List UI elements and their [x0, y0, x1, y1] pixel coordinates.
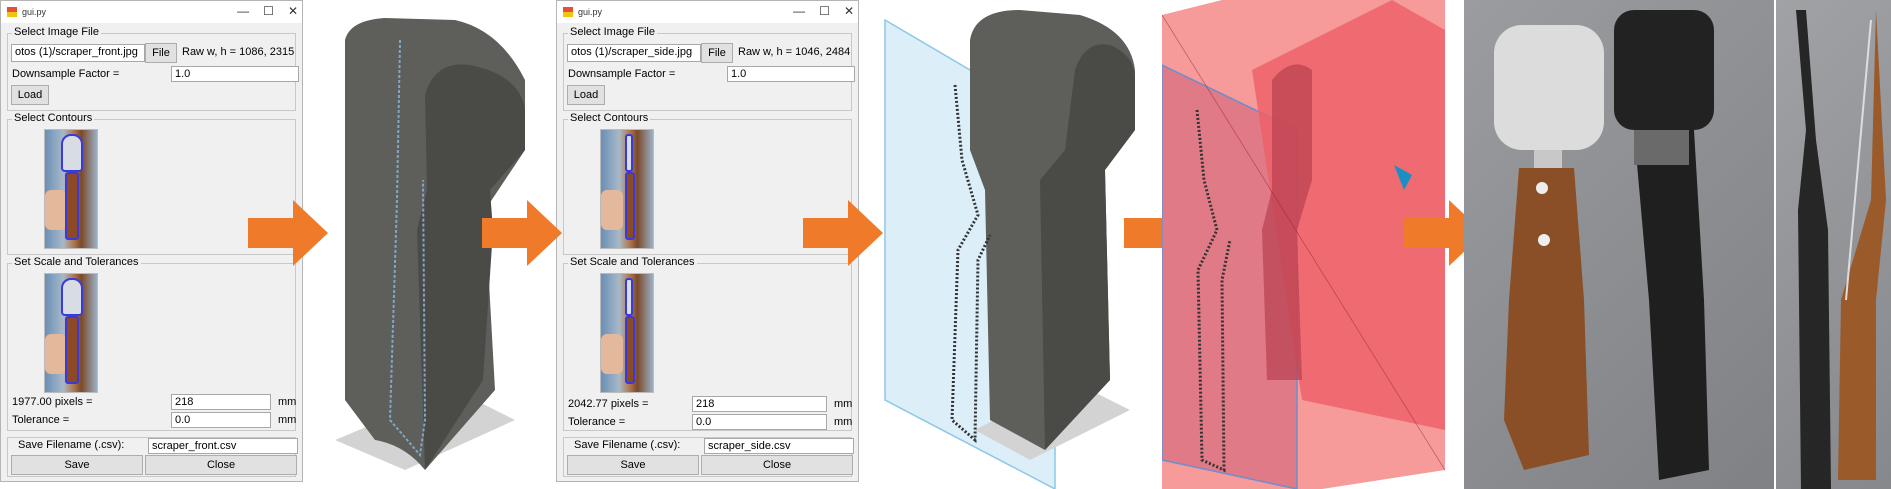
scale-thumbnail[interactable] — [600, 273, 654, 393]
wood-side — [1838, 10, 1886, 480]
downsample-label: Downsample Factor = — [568, 68, 676, 80]
minimize-icon[interactable]: — — [793, 4, 805, 18]
downsample-label: Downsample Factor = — [12, 68, 120, 80]
group-label: Set Scale and Tolerances — [568, 256, 697, 268]
raw-dims-text: Raw w, h = 1046, 2484 — [738, 46, 851, 58]
title-bar: gui.py — ☐ ✕ — [557, 1, 858, 23]
group-label: Select Contours — [568, 112, 651, 124]
close-icon[interactable]: ✕ — [288, 4, 298, 18]
raw-dims-text: Raw w, h = 1086, 2315 — [182, 46, 295, 58]
save-group: Save Filename (.csv): scraper_front.csv … — [7, 437, 298, 477]
maximize-icon[interactable]: ☐ — [263, 4, 274, 18]
pixels-label: 2042.77 pixels = — [568, 398, 649, 410]
save-filename-input[interactable]: scraper_side.csv — [704, 438, 854, 454]
tolerance-input[interactable]: 0.0 — [692, 414, 827, 430]
scale-thumbnail[interactable] — [44, 273, 98, 393]
tolerance-label: Tolerance = — [568, 416, 626, 428]
downsample-input[interactable]: 1.0 — [727, 66, 855, 82]
pixels-mm-input[interactable]: 218 — [171, 394, 271, 410]
load-button[interactable]: Load — [567, 85, 605, 105]
minimize-icon[interactable]: — — [237, 4, 249, 18]
window-title: gui.py — [22, 7, 47, 17]
save-button[interactable]: Save — [11, 455, 143, 475]
printed-handle — [1634, 130, 1709, 480]
tolerance-unit: mm — [834, 416, 853, 428]
arrow-right-icon — [248, 200, 328, 266]
save-group: Save Filename (.csv): scraper_side.csv S… — [563, 437, 854, 477]
photo-scraper-front — [1464, 0, 1774, 489]
cad-model-side-plane — [884, 10, 1135, 489]
downsample-input[interactable]: 1.0 — [171, 66, 299, 82]
tolerance-unit: mm — [278, 414, 297, 426]
close-button[interactable]: Close — [145, 455, 297, 475]
app-icon — [7, 7, 17, 17]
file-button[interactable]: File — [145, 43, 177, 63]
group-label: Set Scale and Tolerances — [12, 256, 141, 268]
file-path-field[interactable]: otos (1)/scraper_side.jpg — [567, 44, 701, 62]
group-label: Select Image File — [12, 26, 101, 38]
select-image-group: Select Image File otos (1)/scraper_side.… — [563, 26, 855, 111]
photo-scraper-side — [1776, 0, 1891, 489]
wood-handle — [1504, 168, 1589, 470]
save-filename-label: Save Filename (.csv): — [574, 439, 681, 451]
pixels-unit: mm — [834, 398, 853, 410]
arrow-right-icon — [482, 200, 562, 266]
tolerance-label: Tolerance = — [12, 414, 70, 426]
save-filename-label: Save Filename (.csv): — [18, 439, 125, 451]
title-bar: gui.py — ☐ ✕ — [1, 1, 302, 23]
save-button[interactable]: Save — [567, 455, 699, 475]
metal-blade — [1494, 25, 1604, 150]
scale-tolerance-group: Set Scale and Tolerances 1977.00 pixels … — [7, 256, 297, 431]
group-label: Select Image File — [568, 26, 657, 38]
arrow-right-icon — [803, 200, 883, 266]
close-icon[interactable]: ✕ — [844, 4, 854, 18]
load-button[interactable]: Load — [11, 85, 49, 105]
window-title: gui.py — [578, 7, 603, 17]
close-button[interactable]: Close — [701, 455, 853, 475]
printed-side — [1796, 10, 1831, 489]
file-button[interactable]: File — [701, 43, 733, 63]
maximize-icon[interactable]: ☐ — [819, 4, 830, 18]
contour-thumbnail[interactable] — [44, 129, 98, 249]
pixels-unit: mm — [278, 396, 297, 408]
save-filename-input[interactable]: scraper_front.csv — [148, 438, 298, 454]
pixels-mm-input[interactable]: 218 — [692, 396, 827, 412]
app-icon — [563, 7, 573, 17]
tolerance-input[interactable]: 0.0 — [171, 412, 271, 428]
cad-intersect-planes — [1162, 0, 1445, 489]
contour-thumbnail[interactable] — [600, 129, 654, 249]
scale-tolerance-group: Set Scale and Tolerances 2042.77 pixels … — [563, 256, 853, 431]
printed-blade — [1614, 10, 1714, 130]
pixels-label: 1977.00 pixels = — [12, 396, 93, 408]
file-path-field[interactable]: otos (1)/scraper_front.jpg — [11, 44, 145, 62]
select-image-group: Select Image File otos (1)/scraper_front… — [7, 26, 299, 111]
group-label: Select Contours — [12, 112, 95, 124]
